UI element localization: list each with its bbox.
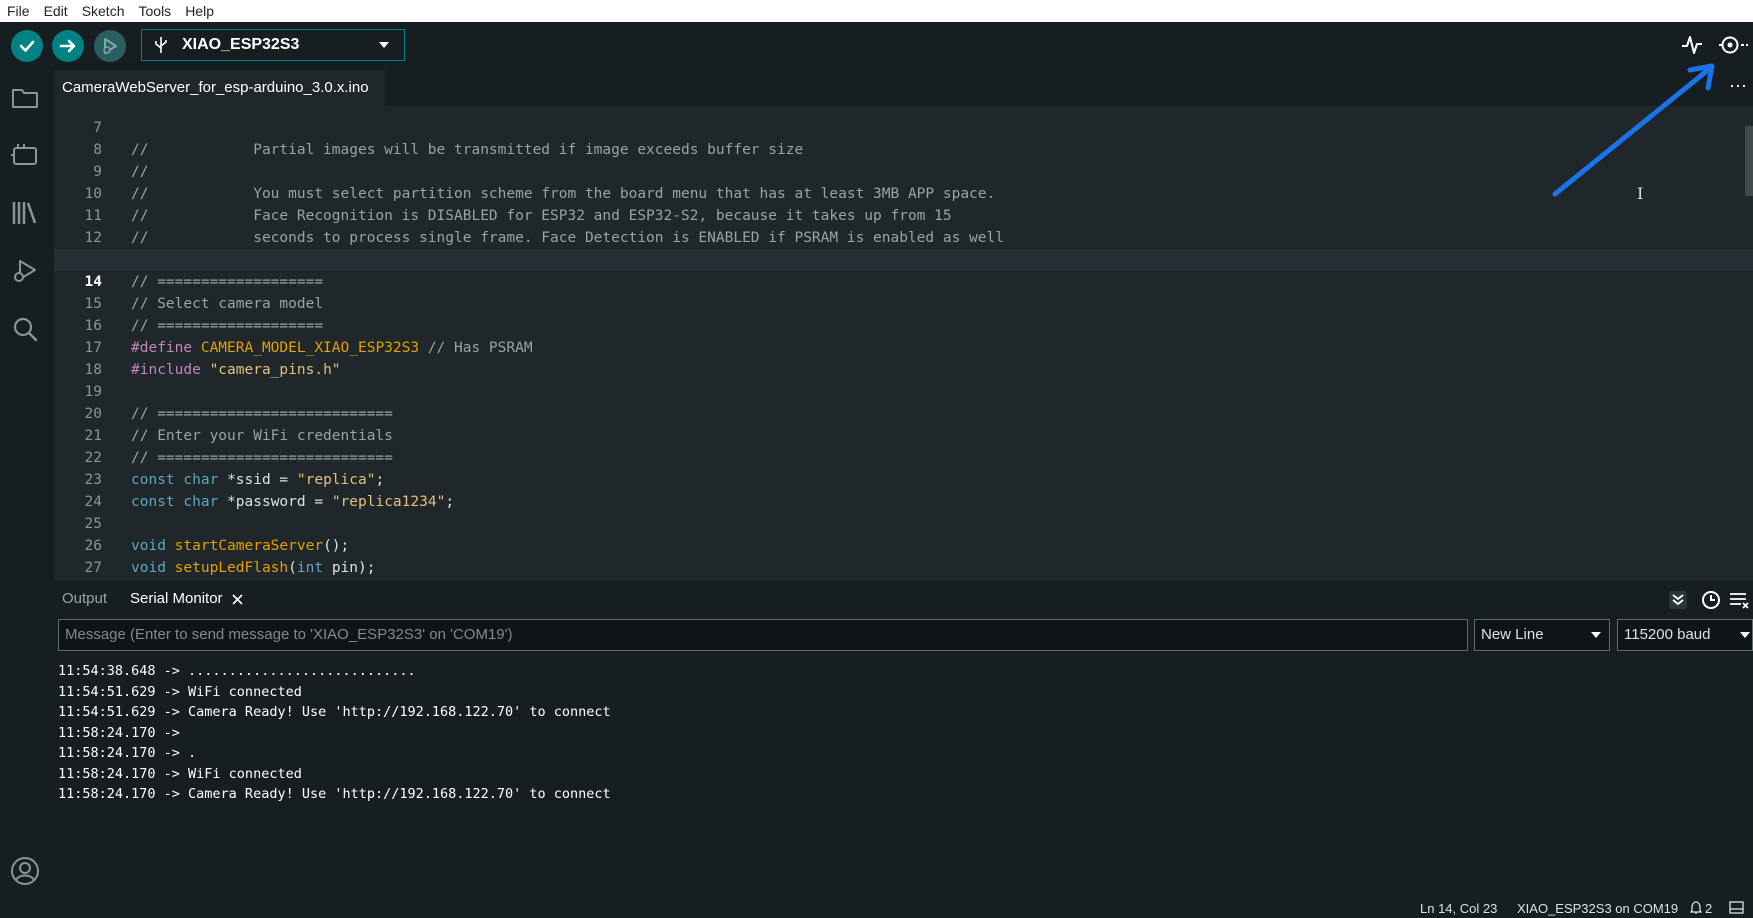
toggle-panel-icon[interactable]	[1729, 901, 1744, 914]
code-line: 7 // Partial images will be transmitted …	[54, 106, 1753, 158]
file-tab[interactable]: CameraWebServer_for_esp-arduino_3.0.x.in…	[54, 70, 385, 108]
boards-manager-icon[interactable]	[10, 140, 40, 170]
line-ending-select[interactable]: New Line	[1474, 619, 1610, 651]
bottom-panel: Output Serial Monitor Message (Enter to …	[54, 581, 1753, 898]
clear-output-icon[interactable]	[1729, 591, 1749, 609]
board-name: XIAO_ESP32S3	[182, 36, 300, 53]
close-tab-icon[interactable]	[232, 594, 243, 605]
code-editor[interactable]: 7 // Partial images will be transmitted …	[54, 106, 1753, 581]
chevron-down-icon	[1740, 632, 1750, 638]
code-line: 23 const char *password = "replica1234";	[54, 447, 1753, 510]
code-line: 27	[84, 560, 102, 576]
bell-icon[interactable]	[1690, 901, 1702, 915]
output-line: 11:58:24.170 -> .	[58, 745, 197, 761]
code-line: 11 // seconds to process single frame. F…	[84, 208, 1004, 246]
code-line: 20 // Enter your WiFi credentials	[84, 406, 393, 444]
debug-button[interactable]	[94, 30, 126, 62]
code-line: 25 void startCameraServer();	[54, 491, 1753, 554]
code-line: 8 //	[93, 142, 149, 180]
debug-panel-icon[interactable]	[10, 256, 40, 286]
check-icon	[19, 40, 35, 52]
profile-icon[interactable]	[10, 856, 40, 886]
search-icon[interactable]	[10, 314, 40, 344]
menu-tools[interactable]: Tools	[132, 0, 179, 22]
code-line: 13 // ===================	[85, 252, 324, 290]
chevron-down-icon	[1591, 632, 1601, 638]
code-line: 18	[84, 362, 102, 378]
output-line: 11:58:24.170 -> Camera Ready! Use 'http:…	[58, 786, 611, 802]
editor-scrollbar[interactable]	[1745, 126, 1753, 196]
code-line: 26 void setupLedFlash(int pin);	[54, 513, 1753, 576]
code-line: 21 // ===========================	[84, 428, 393, 466]
message-input[interactable]: Message (Enter to send message to 'XIAO_…	[58, 619, 1468, 651]
output-line: 11:54:51.629 -> WiFi connected	[58, 683, 302, 700]
usb-icon	[155, 37, 167, 53]
debug-icon	[103, 38, 117, 54]
upload-button[interactable]	[52, 30, 84, 62]
baud-rate-select[interactable]: 115200 baud	[1617, 619, 1753, 651]
code-line: 15 // ===================	[84, 296, 324, 334]
serial-plotter-icon[interactable]	[1680, 34, 1704, 56]
code-line: 22 const char *ssid = "replica";	[54, 425, 1753, 488]
code-line: 28 void setup() {	[54, 557, 1753, 579]
toggle-autoscroll-icon[interactable]	[1668, 590, 1688, 610]
code-line: 9 // You must select partition scheme fr…	[93, 164, 996, 202]
serial-monitor-icon[interactable]	[1718, 32, 1748, 58]
serial-output: 11:54:38.648 -> ........................…	[58, 661, 611, 805]
toggle-timestamp-icon[interactable]	[1701, 590, 1721, 610]
cursor-position[interactable]: Ln 14, Col 23	[1420, 901, 1497, 916]
tab-output[interactable]: Output	[62, 581, 107, 617]
code-line: 10 // Face Recognition is DISABLED for E…	[84, 186, 952, 224]
sidebar	[0, 70, 54, 918]
tab-serial-monitor[interactable]: Serial Monitor	[130, 581, 223, 617]
menu-file[interactable]: File	[0, 0, 37, 22]
arrow-right-icon	[59, 39, 76, 53]
menu-sketch[interactable]: Sketch	[75, 0, 132, 22]
board-port-status[interactable]: XIAO_ESP32S3 on COM19	[1517, 901, 1678, 916]
output-line: 11:54:51.629 -> Camera Ready! Use 'http:…	[58, 704, 611, 720]
code-line-active: 14 // Select camera model	[54, 249, 1753, 312]
library-manager-icon[interactable]	[10, 198, 40, 228]
text-cursor-icon: I	[1637, 184, 1644, 203]
code-line: 24	[84, 494, 102, 510]
more-options-icon[interactable]: ⋯	[1729, 76, 1747, 97]
board-selector[interactable]: XIAO_ESP32S3	[141, 29, 405, 61]
notification-count: 2	[1705, 901, 1713, 916]
menu-bar: File Edit Sketch Tools Help	[0, 0, 1753, 22]
chevron-down-icon	[379, 42, 389, 48]
panel-tabs: Output Serial Monitor	[54, 581, 1753, 617]
menu-help[interactable]: Help	[178, 0, 221, 22]
code-line: 12	[84, 230, 102, 246]
code-line: 16 #define CAMERA_MODEL_XIAO_ESP32S3 // …	[54, 293, 1753, 356]
file-tab-bar: CameraWebServer_for_esp-arduino_3.0.x.in…	[54, 70, 1753, 108]
status-bar: Ln 14, Col 23 XIAO_ESP32S3 on COM19 2	[0, 898, 1753, 918]
code-line: 17 #include "camera_pins.h"	[54, 315, 1753, 378]
toolbar: XIAO_ESP32S3	[0, 22, 1753, 70]
verify-button[interactable]	[11, 30, 43, 62]
code-line: 19 // ===========================	[84, 384, 393, 422]
output-line: 11:54:38.648 -> ........................…	[58, 663, 416, 679]
sketchbook-folder-icon[interactable]	[10, 82, 40, 112]
menu-edit[interactable]: Edit	[37, 0, 75, 22]
output-line: 11:58:24.170 -> WiFi connected	[58, 765, 302, 782]
output-line: 11:58:24.170 ->	[58, 724, 180, 741]
